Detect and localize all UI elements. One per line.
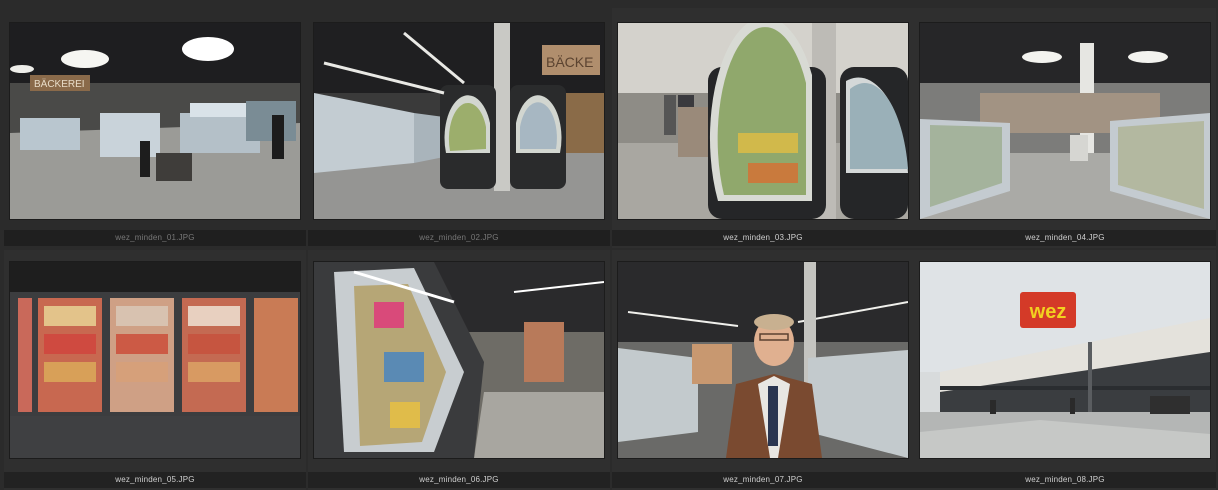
thumbnail-grid: BÄCKEREI wez_minden_01.JPG BÄCKE wez_min…	[0, 0, 1218, 490]
photo-supermarket-freezers: BÄCKEREI	[10, 23, 300, 219]
thumbnail-cell-07[interactable]: wez_minden_07.JPG	[612, 250, 914, 490]
photo-freezer-doors	[10, 262, 300, 458]
photo-freezer-aisle: BÄCKE	[314, 23, 604, 219]
thumbnail-cell-01[interactable]: BÄCKEREI wez_minden_01.JPG	[4, 8, 306, 248]
photo-sign-text: BÄCKEREI	[34, 78, 85, 90]
photo-man-in-store	[618, 262, 908, 458]
thumbnail-filename: wez_minden_08.JPG	[914, 472, 1216, 488]
photo-glass-freezer-aisle	[314, 262, 604, 458]
thumbnail-filename: wez_minden_06.JPG	[308, 472, 610, 488]
thumbnail-image-03[interactable]	[618, 23, 908, 219]
thumbnail-cell-08[interactable]: wez wez_minden_08.JPG	[914, 250, 1216, 490]
thumbnail-filename: wez_minden_04.JPG	[914, 230, 1216, 246]
photo-freezer-closeup	[618, 23, 908, 219]
thumbnail-image-07[interactable]	[618, 262, 908, 458]
thumbnail-cell-02[interactable]: BÄCKE wez_minden_02.JPG	[308, 8, 610, 248]
thumbnail-cell-04[interactable]: wez_minden_04.JPG	[914, 8, 1216, 248]
thumbnail-cell-05[interactable]: wez_minden_05.JPG	[4, 250, 306, 490]
store-logo-text: wez	[1029, 301, 1067, 323]
photo-store-exterior: wez	[920, 262, 1210, 458]
thumbnail-filename: wez_minden_01.JPG	[4, 230, 306, 246]
thumbnail-image-08[interactable]: wez	[920, 262, 1210, 458]
thumbnail-filename: wez_minden_02.JPG	[308, 230, 610, 246]
thumbnail-image-06[interactable]	[314, 262, 604, 458]
thumbnail-filename: wez_minden_05.JPG	[4, 472, 306, 488]
thumbnail-filename: wez_minden_07.JPG	[612, 472, 914, 488]
photo-sign-text: BÄCKE	[546, 54, 593, 70]
thumbnail-image-04[interactable]	[920, 23, 1210, 219]
thumbnail-image-01[interactable]: BÄCKEREI	[10, 23, 300, 219]
thumbnail-image-05[interactable]	[10, 262, 300, 458]
thumbnail-cell-03[interactable]: wez_minden_03.JPG	[612, 8, 914, 248]
photo-store-interior	[920, 23, 1210, 219]
thumbnail-filename: wez_minden_03.JPG	[612, 230, 914, 246]
thumbnail-cell-06[interactable]: wez_minden_06.JPG	[308, 250, 610, 490]
thumbnail-image-02[interactable]: BÄCKE	[314, 23, 604, 219]
